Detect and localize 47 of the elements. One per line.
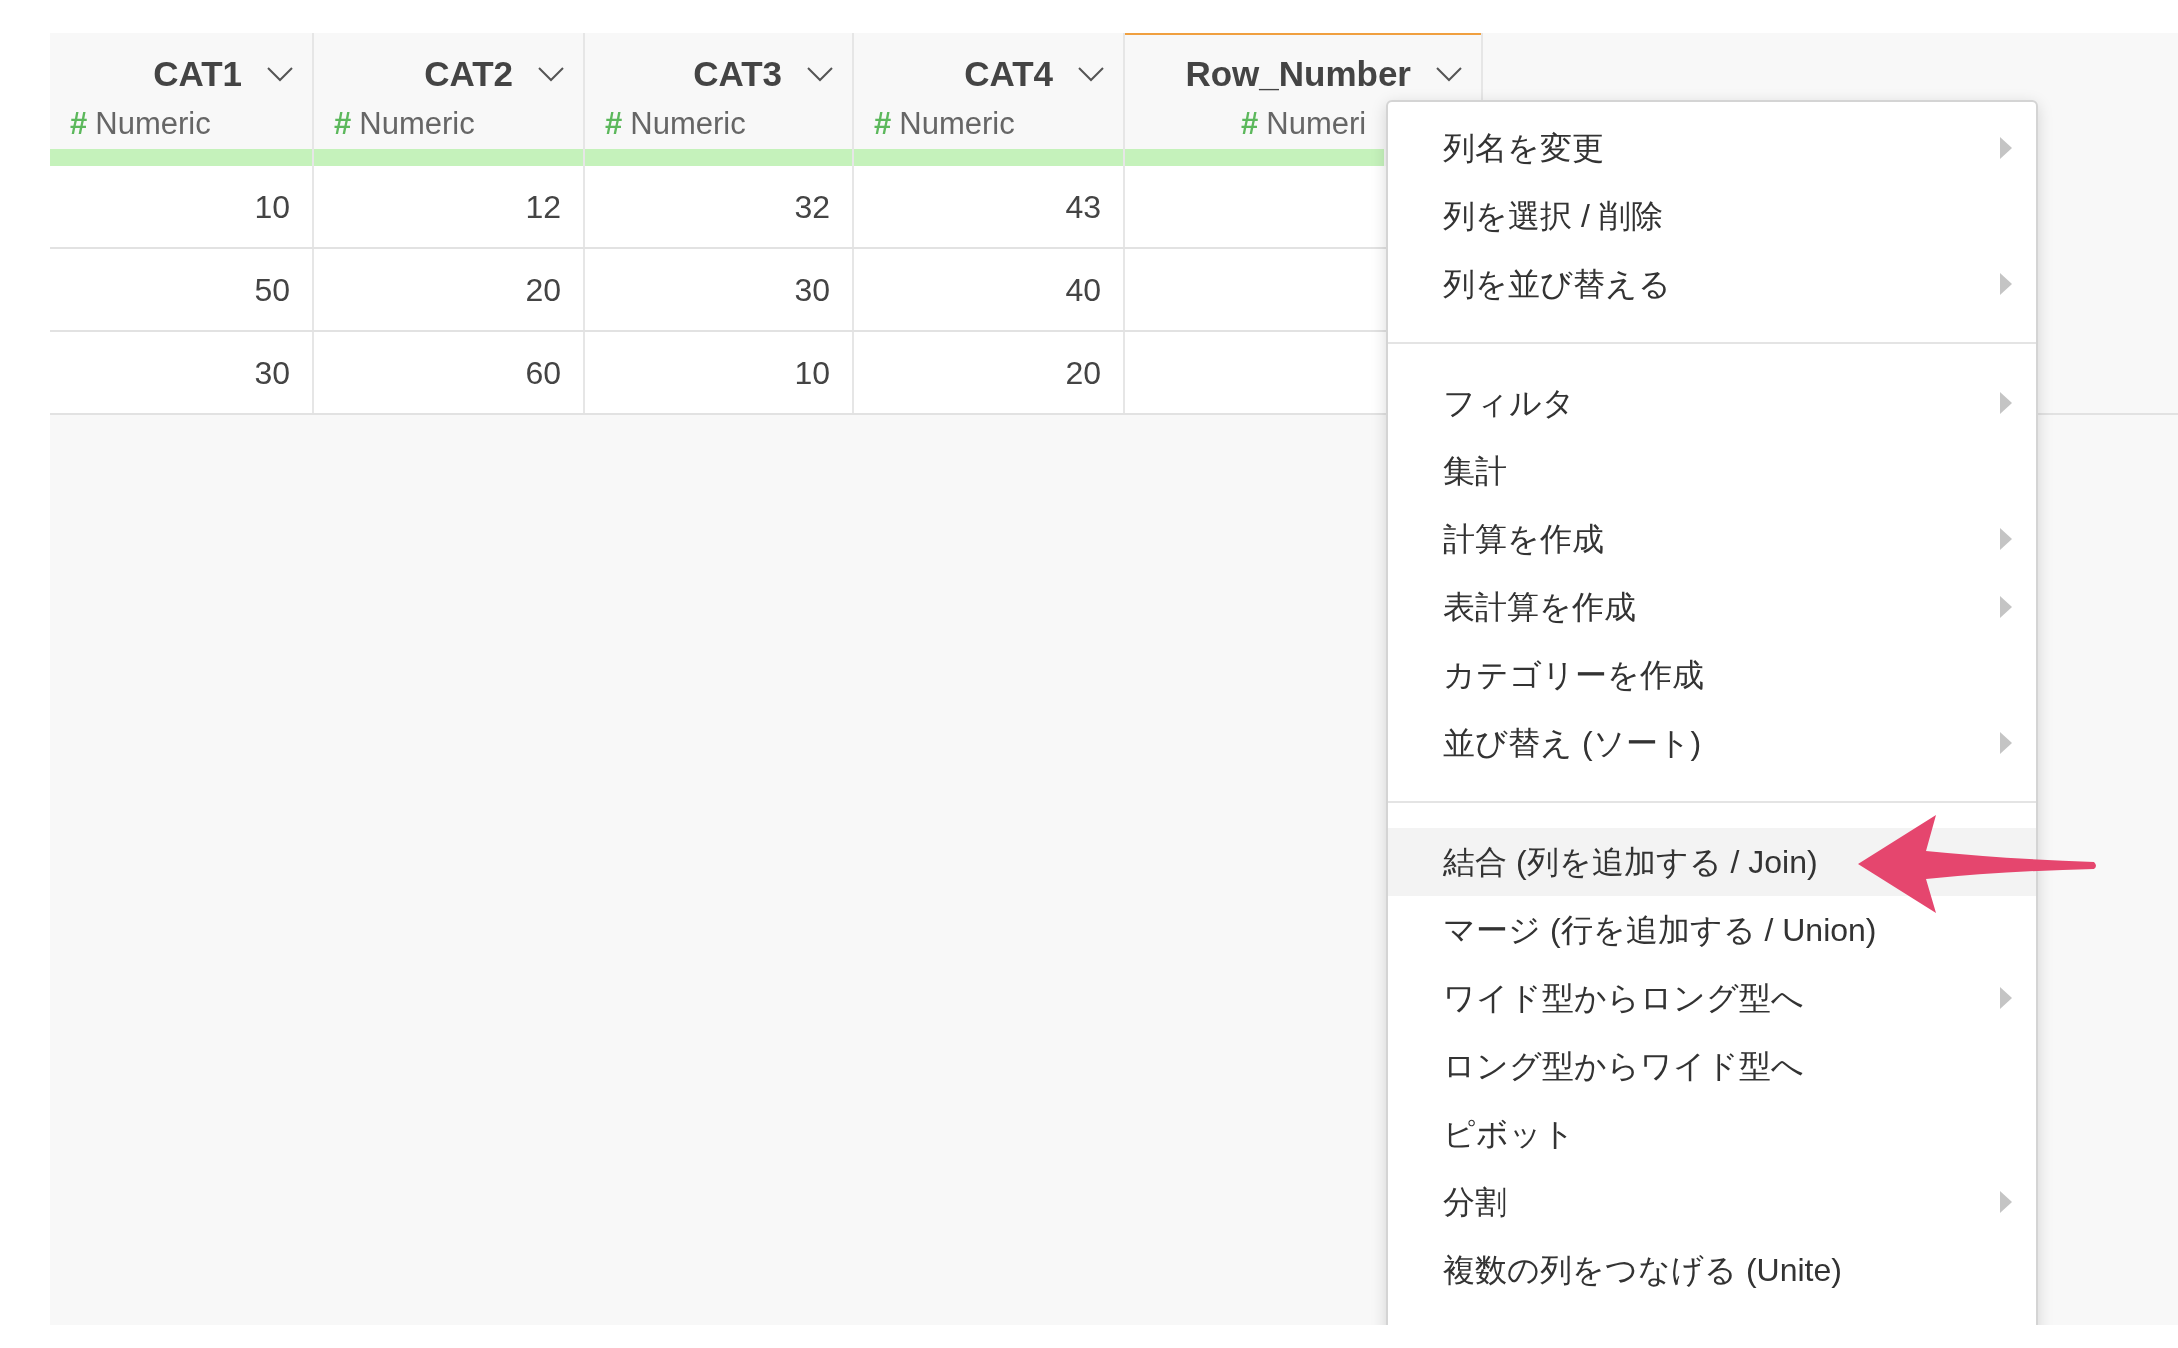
column-type: Numeri: [1266, 104, 1367, 143]
menu-item[interactable]: 集計: [1388, 437, 2036, 505]
column-type: Numeric: [95, 104, 211, 143]
column-name: CAT3: [693, 52, 782, 95]
table-cell-text: 32: [794, 187, 830, 227]
numeric-type-icon: #: [605, 100, 623, 148]
table-cell-text: 30: [794, 270, 830, 310]
chevron-down-icon[interactable]: [266, 66, 294, 82]
numeric-type-icon: #: [334, 100, 352, 148]
column-type: Numeric: [359, 104, 475, 143]
menu-item[interactable]: 分割: [1388, 1168, 2036, 1236]
menu-item[interactable]: フィルタ: [1388, 369, 2036, 437]
menu-item[interactable]: ロング型からワイド型へ: [1388, 1032, 2036, 1100]
table-cell-text: 10: [794, 353, 830, 393]
menu-item[interactable]: 列を選択 / 削除: [1388, 182, 2036, 250]
menu-item[interactable]: カテゴリーを作成: [1388, 641, 2036, 709]
table-cell-text: 43: [1065, 187, 1101, 227]
table-cell-text: 50: [254, 270, 290, 310]
table-cell-text: 20: [1065, 353, 1101, 393]
table-cell-text: 30: [254, 353, 290, 393]
chevron-down-icon[interactable]: [537, 66, 565, 82]
column-name: CAT1: [153, 52, 242, 95]
column-name: CAT4: [964, 52, 1053, 95]
numeric-type-icon: #: [874, 100, 892, 148]
menu-item[interactable]: マージ (行を追加する / Union): [1388, 896, 2036, 964]
chevron-down-icon[interactable]: [1077, 66, 1105, 82]
menu-item[interactable]: 列を並び替える: [1388, 250, 2036, 318]
menu-item[interactable]: ワイド型からロング型へ: [1388, 964, 2036, 1032]
column-type: Numeric: [630, 104, 746, 143]
column-name: CAT2: [424, 52, 513, 95]
table-cell-text: 60: [525, 353, 561, 393]
menu-item[interactable]: 並び替え (ソート): [1388, 709, 2036, 777]
chevron-down-icon[interactable]: [806, 66, 834, 82]
numeric-type-icon: #: [70, 100, 88, 148]
table-cell-text: 20: [525, 270, 561, 310]
numeric-type-icon: #: [1241, 100, 1259, 148]
menu-item[interactable]: 計算を作成: [1388, 505, 2036, 573]
column-name: Row_Number: [1185, 52, 1411, 95]
menu-item[interactable]: ピボット: [1388, 1100, 2036, 1168]
menu-item[interactable]: 列名を変更: [1388, 114, 2036, 182]
table-cell-text: 10: [254, 187, 290, 227]
table-cell-text: 40: [1065, 270, 1101, 310]
menu-item[interactable]: 表計算を作成: [1388, 573, 2036, 641]
column-type: Numeric: [899, 104, 1015, 143]
menu-item[interactable]: 複数の列をつなげる (Unite): [1388, 1236, 2036, 1304]
chevron-down-icon[interactable]: [1435, 66, 1463, 82]
table-cell-text: 12: [525, 187, 561, 227]
